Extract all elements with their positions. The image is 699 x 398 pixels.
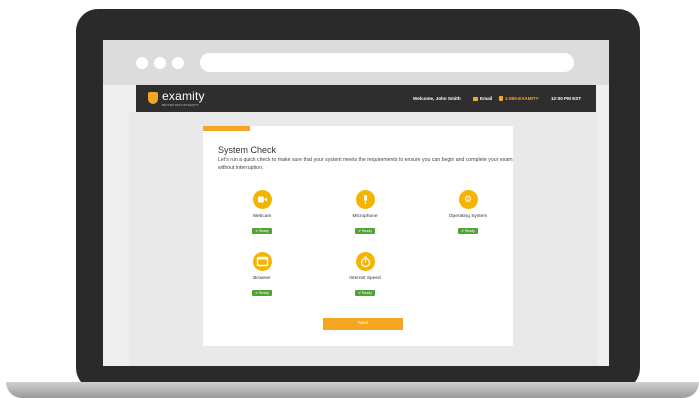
phone-icon [499, 96, 503, 102]
status-badge: ✔ Ready [252, 228, 272, 234]
check-label: Browser [253, 276, 271, 281]
check-label: Internet Speed [349, 276, 381, 281]
phone-number: 1-855-EXAMITY [505, 96, 539, 101]
envelope-icon [473, 96, 478, 101]
status-badge: ✔ Ready [458, 228, 478, 234]
browser-chrome [103, 40, 609, 85]
laptop-base [6, 382, 699, 398]
status-badge: ✔ Ready [355, 228, 375, 234]
phone-link[interactable]: 1-855-EXAMITY [499, 85, 539, 112]
check-microphone: Microphone ✔ Ready [330, 190, 400, 237]
email-label: Email [480, 96, 493, 101]
check-label: Operating System [448, 214, 488, 219]
stopwatch-icon [355, 252, 375, 271]
logo-text: examity [162, 89, 205, 103]
microphone-icon [355, 190, 375, 209]
email-link[interactable]: Email [473, 85, 492, 112]
status-badge: ✔ Ready [252, 290, 272, 296]
window-dot-icon [136, 57, 148, 69]
check-operating-system: ⚙ Operating System ✔ Ready [433, 190, 503, 237]
window-dot-icon [154, 57, 166, 69]
address-bar[interactable] [200, 53, 574, 72]
examity-logo-icon [148, 92, 158, 104]
page-description: Let's run a quick check to make sure tha… [218, 157, 513, 171]
check-browser: Browser ✔ Ready [227, 252, 297, 299]
camera-icon [252, 190, 272, 209]
page-title: System Check [218, 145, 277, 155]
status-badge: ✔ Ready [355, 290, 375, 296]
app-header: examity BETTER TEST INTEGRITY Welcome, J… [136, 85, 596, 112]
next-button[interactable]: Next [323, 318, 403, 330]
check-webcam: Webcam ✔ Ready [227, 190, 297, 237]
current-time: 12:00 PM EST [551, 96, 582, 101]
window-dot-icon [172, 57, 184, 69]
check-internet-speed: Internet Speed ✔ Ready [330, 252, 400, 299]
card-accent-bar [203, 126, 250, 131]
browser-window-icon [252, 252, 272, 271]
laptop-screen: examity BETTER TEST INTEGRITY Welcome, J… [103, 40, 609, 366]
welcome-text: Welcome, John Smith [413, 96, 461, 101]
logo-tagline: BETTER TEST INTEGRITY [162, 103, 200, 107]
gear-icon: ⚙ [458, 190, 478, 209]
check-label: Webcam [252, 214, 272, 219]
check-label: Microphone [352, 214, 378, 219]
